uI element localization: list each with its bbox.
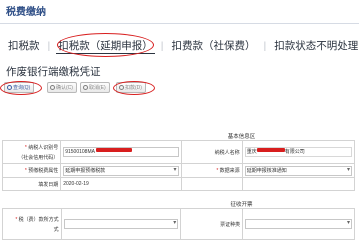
taxpayer-name-field-cell: 重庆 有限公司 bbox=[241, 140, 356, 164]
section-title-basic-info: 基本信息区 bbox=[0, 132, 359, 140]
cancel-button-label: 取消(E) bbox=[89, 85, 106, 91]
basic-info-form: * 纳税人识别号 （社会信用代码） 91500108MA 纳税人名称 重庆 有限公… bbox=[1, 140, 356, 191]
deferral-nature-label-cell: * 预缴税费属性 bbox=[1, 163, 62, 178]
tab-deduct-tax[interactable]: 扣税款 bbox=[6, 38, 42, 53]
taxpayer-name-prefix: 重庆 bbox=[246, 149, 257, 155]
taxpayer-id-field[interactable]: 91500108MA bbox=[63, 147, 179, 157]
fill-date-field-cell: 2020-02-19 bbox=[60, 177, 182, 191]
annotation-ring-query bbox=[0, 81, 42, 95]
tab-unknown-status[interactable]: 扣款状态不明处理 bbox=[272, 38, 359, 53]
voucher-type-label-cell: 票证种类 bbox=[180, 208, 244, 240]
tab-separator: | bbox=[160, 40, 164, 52]
toolbar: 查询(Q) 确认(C) 取消(E) 扣款(D) bbox=[0, 80, 359, 97]
taxpayer-name-field: 重庆 有限公司 bbox=[244, 147, 352, 157]
taxpayer-id-label: 纳税人识别号 bbox=[28, 144, 59, 151]
taxpayer-name-label-cell: 纳税人名称 bbox=[180, 140, 243, 164]
voucher-type-select[interactable] bbox=[245, 219, 352, 229]
empty-cell bbox=[180, 177, 243, 191]
taxpayer-id-value: 91500108MA bbox=[65, 149, 95, 155]
levy-auth-select[interactable] bbox=[63, 219, 179, 229]
fill-date-label-cell: 填发日期 bbox=[1, 177, 62, 191]
check-icon bbox=[50, 85, 55, 90]
tab-separator: | bbox=[47, 40, 51, 52]
section-title-levy: 征收开票 bbox=[0, 200, 359, 208]
taxpayer-id-sublabel: （社会信用代码） bbox=[18, 154, 59, 161]
levy-auth-label-cell: * 税（费）款所方式 式 bbox=[2, 208, 62, 240]
deferral-nature-label: 预缴税费属性 bbox=[28, 168, 59, 174]
annotation-ellipse-active-tab bbox=[57, 33, 154, 57]
data-source-field-cell: 延期申报核准通知 bbox=[241, 163, 356, 178]
page-title: 税费缴纳 bbox=[6, 7, 46, 18]
voucher-type-label: 票证种类 bbox=[220, 221, 241, 228]
deferral-nature-field-cell: 延期申报预缴税款 bbox=[60, 163, 182, 178]
data-source-select[interactable]: 延期申报核准通知 bbox=[244, 165, 352, 176]
levy-auth-label: 税（费）款所方式 bbox=[18, 216, 59, 223]
tab-separator: | bbox=[263, 40, 267, 52]
confirm-button[interactable]: 确认(C) bbox=[47, 82, 77, 93]
redaction-mark bbox=[96, 148, 133, 152]
title-divider bbox=[0, 23, 359, 24]
data-source-label: 数据来源 bbox=[219, 168, 240, 174]
tab-void-bank-voucher[interactable]: 作废银行端缴税凭证 bbox=[6, 64, 101, 79]
fill-date-label: 填发日期 bbox=[38, 181, 59, 188]
redaction-mark bbox=[256, 148, 285, 152]
cancel-icon bbox=[83, 85, 88, 90]
levy-auth-sublabel: 式 bbox=[53, 226, 59, 233]
cancel-button[interactable]: 取消(E) bbox=[80, 82, 110, 93]
levy-form: * 税（费）款所方式 式 票证种类 bbox=[2, 208, 355, 240]
empty-cell bbox=[241, 177, 356, 191]
taxpayer-name-label: 纳税人名称 bbox=[214, 149, 240, 156]
confirm-button-label: 确认(C) bbox=[56, 85, 73, 91]
annotation-ring-deduct bbox=[113, 81, 155, 95]
taxpayer-id-label-cell: * 纳税人识别号 （社会信用代码） bbox=[1, 140, 62, 164]
tab-deduct-social-insurance[interactable]: 扣费款（社保费） bbox=[169, 38, 257, 53]
levy-auth-field-cell bbox=[60, 208, 182, 240]
taxpayer-name-suffix: 有限公司 bbox=[284, 149, 305, 155]
voucher-type-field-cell bbox=[242, 208, 355, 240]
data-source-label-cell: * 数据来源 bbox=[180, 163, 243, 178]
fill-date-value: 2020-02-19 bbox=[63, 181, 89, 187]
deferral-nature-select[interactable]: 延期申报预缴税款 bbox=[63, 165, 179, 176]
taxpayer-id-field-cell: 91500108MA bbox=[60, 140, 182, 164]
